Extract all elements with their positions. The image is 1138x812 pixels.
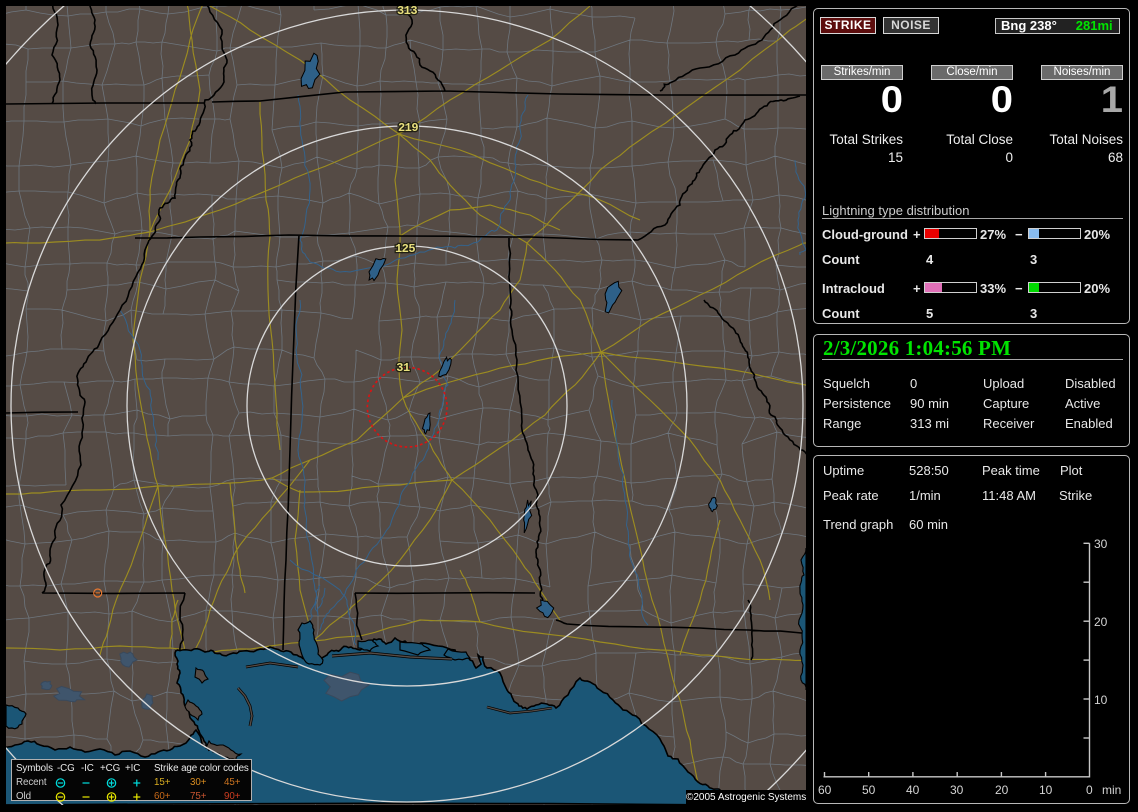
svg-text:60: 60 [818, 783, 832, 797]
svg-text:20: 20 [1094, 615, 1108, 629]
svg-text:313: 313 [397, 4, 417, 18]
svg-text:31: 31 [396, 361, 410, 375]
svg-text:min: min [1102, 783, 1121, 797]
svg-text:20: 20 [995, 783, 1009, 797]
svg-text:30: 30 [950, 783, 964, 797]
svg-text:40: 40 [906, 783, 920, 797]
svg-text:50: 50 [862, 783, 876, 797]
svg-text:10: 10 [1094, 693, 1108, 707]
svg-text:0: 0 [1086, 783, 1093, 797]
svg-text:219: 219 [398, 121, 418, 135]
svg-text:125: 125 [395, 242, 415, 256]
svg-text:10: 10 [1039, 783, 1053, 797]
svg-text:30: 30 [1094, 537, 1108, 551]
